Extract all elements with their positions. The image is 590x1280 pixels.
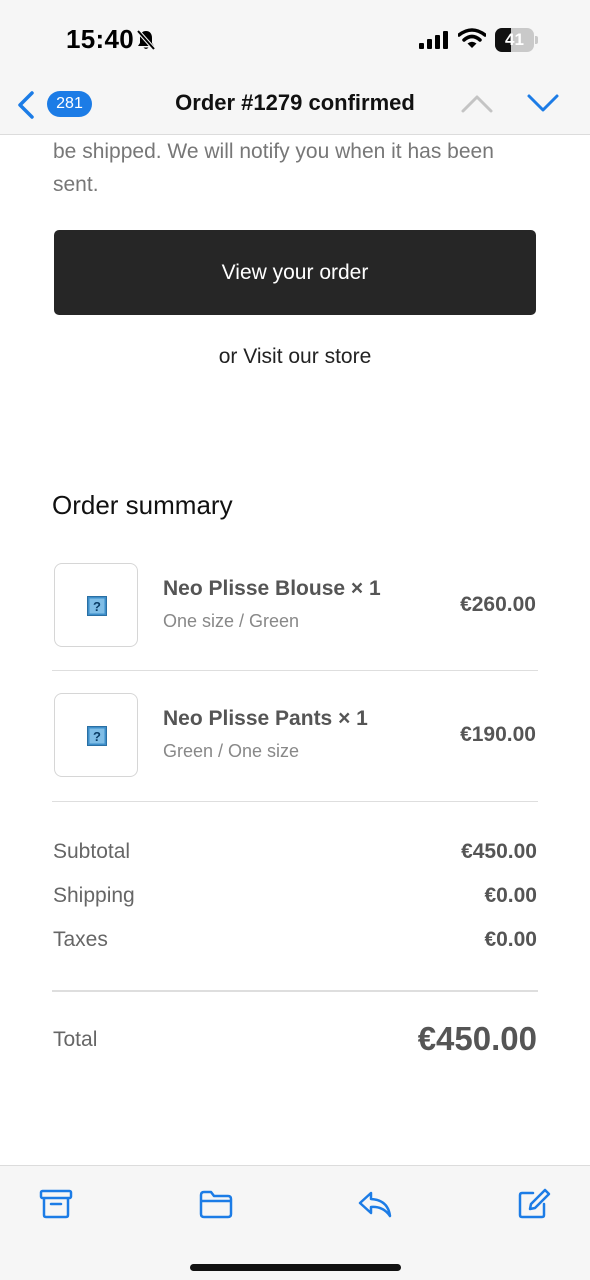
cellular-signal-icon bbox=[419, 31, 448, 49]
battery-icon: 41 bbox=[495, 28, 539, 52]
order-item: ? Neo Plisse Blouse × 1 One size / Green… bbox=[52, 563, 538, 693]
item-thumbnail: ? bbox=[54, 693, 138, 777]
archive-icon[interactable] bbox=[38, 1188, 74, 1220]
mail-toolbar bbox=[0, 1165, 590, 1280]
back-button[interactable]: 281 bbox=[14, 88, 98, 122]
bell-slash-icon bbox=[136, 29, 156, 51]
previous-message-button[interactable] bbox=[460, 92, 494, 114]
subtotal-row: Subtotal €450.00 bbox=[53, 840, 537, 870]
mail-nav-bar: 281 Order #1279 confirmed bbox=[0, 78, 590, 135]
visit-store-link[interactable]: Visit our store bbox=[243, 345, 371, 368]
svg-text:?: ? bbox=[93, 729, 101, 744]
order-summary-title: Order summary bbox=[52, 490, 233, 520]
status-time: 15:40 bbox=[66, 24, 134, 54]
chevron-left-icon bbox=[18, 91, 34, 119]
cost-value: €0.00 bbox=[484, 928, 537, 951]
cost-label: Taxes bbox=[53, 928, 108, 951]
item-variant: One size / Green bbox=[163, 611, 300, 631]
visit-store-line: or Visit our store bbox=[0, 345, 590, 369]
compose-icon[interactable] bbox=[516, 1188, 552, 1220]
order-item: ? Neo Plisse Pants × 1 Green / One size … bbox=[52, 693, 538, 823]
unread-count-badge: 281 bbox=[47, 91, 92, 117]
broken-image-icon: ? bbox=[87, 596, 107, 616]
item-divider bbox=[52, 670, 538, 671]
taxes-row: Taxes €0.00 bbox=[53, 928, 537, 958]
cost-label: Shipping bbox=[53, 884, 135, 907]
item-name: Neo Plisse Pants × 1 bbox=[163, 707, 368, 730]
visit-store-prefix: or bbox=[218, 345, 244, 368]
item-variant: Green / One size bbox=[163, 741, 300, 761]
total-divider bbox=[52, 990, 538, 992]
cost-value: €0.00 bbox=[484, 884, 537, 907]
email-body: be shipped. We will notify you when it h… bbox=[0, 135, 590, 1165]
intro-text: be shipped. We will notify you when it h… bbox=[53, 140, 494, 196]
status-bar: 15:40 41 bbox=[0, 0, 590, 78]
item-thumbnail: ? bbox=[54, 563, 138, 647]
item-divider bbox=[52, 801, 538, 802]
shipping-row: Shipping €0.00 bbox=[53, 884, 537, 914]
folder-icon[interactable] bbox=[198, 1188, 234, 1220]
battery-level: 41 bbox=[505, 30, 524, 49]
reply-icon[interactable] bbox=[357, 1188, 393, 1220]
item-price: €260.00 bbox=[460, 593, 536, 616]
total-label: Total bbox=[53, 1028, 98, 1051]
item-name: Neo Plisse Blouse × 1 bbox=[163, 577, 381, 600]
cost-value: €450.00 bbox=[461, 840, 537, 863]
wifi-icon bbox=[458, 28, 486, 48]
cost-label: Subtotal bbox=[53, 840, 131, 863]
total-value: €450.00 bbox=[417, 1020, 537, 1057]
broken-image-icon: ? bbox=[87, 726, 107, 746]
next-message-button[interactable] bbox=[526, 92, 560, 114]
home-indicator[interactable] bbox=[190, 1264, 401, 1271]
item-price: €190.00 bbox=[460, 723, 536, 746]
view-order-button[interactable]: View your order bbox=[54, 230, 536, 315]
svg-text:?: ? bbox=[93, 599, 101, 614]
